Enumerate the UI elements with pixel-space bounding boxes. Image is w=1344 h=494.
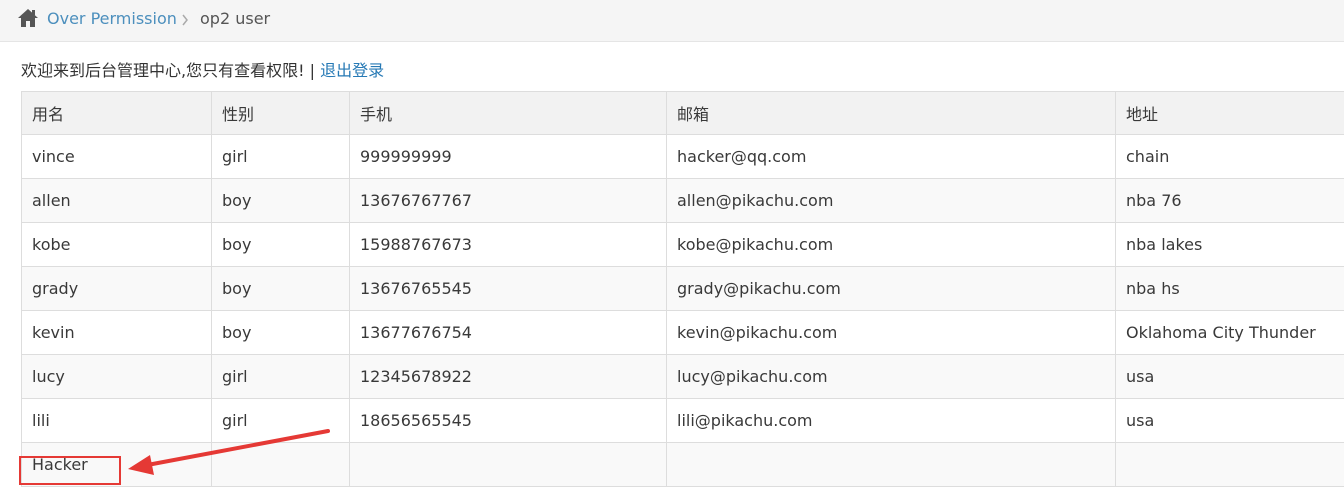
annotation-highlight-box xyxy=(19,456,121,485)
cell-phone: 12345678922 xyxy=(349,354,667,399)
cell-address: usa xyxy=(1115,398,1344,443)
cell-email: hacker@qq.com xyxy=(666,134,1116,179)
cell-phone: 13676767767 xyxy=(349,178,667,223)
cell-email: lili@pikachu.com xyxy=(666,398,1116,443)
breadcrumb: Over Permission op2 user xyxy=(0,0,1344,42)
cell-username: kevin xyxy=(21,310,212,355)
table-row: kevin boy 13677676754 kevin@pikachu.com … xyxy=(21,310,1344,355)
cell-gender: girl xyxy=(211,398,350,443)
cell-username: allen xyxy=(21,178,212,223)
cell-email xyxy=(666,442,1116,487)
column-header-email: 邮箱 xyxy=(666,91,1116,135)
cell-email: allen@pikachu.com xyxy=(666,178,1116,223)
cell-address: chain xyxy=(1115,134,1344,179)
cell-phone: 999999999 xyxy=(349,134,667,179)
column-header-address: 地址 xyxy=(1115,91,1344,135)
cell-phone xyxy=(349,442,667,487)
cell-phone: 13677676754 xyxy=(349,310,667,355)
welcome-text: 欢迎来到后台管理中心,您只有查看权限! xyxy=(21,61,305,80)
column-header-phone: 手机 xyxy=(349,91,667,135)
welcome-message: 欢迎来到后台管理中心,您只有查看权限! | 退出登录 xyxy=(21,57,384,81)
cell-address: nba 76 xyxy=(1115,178,1344,223)
table-row: allen boy 13676767767 allen@pikachu.com … xyxy=(21,178,1344,223)
column-header-gender: 性别 xyxy=(211,91,350,135)
cell-address: usa xyxy=(1115,354,1344,399)
cell-username: grady xyxy=(21,266,212,311)
breadcrumb-link-over-permission[interactable]: Over Permission xyxy=(47,9,177,28)
table-row: kobe boy 15988767673 kobe@pikachu.com nb… xyxy=(21,222,1344,267)
chevron-right-icon xyxy=(182,14,188,26)
user-table: 用名 性别 手机 邮箱 地址 vince girl 999999999 hack… xyxy=(21,91,1344,487)
cell-address xyxy=(1115,442,1344,487)
cell-email: grady@pikachu.com xyxy=(666,266,1116,311)
cell-gender: boy xyxy=(211,178,350,223)
cell-gender: girl xyxy=(211,354,350,399)
cell-address: nba hs xyxy=(1115,266,1344,311)
cell-email: kobe@pikachu.com xyxy=(666,222,1116,267)
welcome-divider: | xyxy=(309,61,315,80)
cell-email: kevin@pikachu.com xyxy=(666,310,1116,355)
table-row: Hacker xyxy=(21,442,1344,487)
cell-username: vince xyxy=(21,134,212,179)
cell-username: lili xyxy=(21,398,212,443)
cell-username: kobe xyxy=(21,222,212,267)
logout-link[interactable]: 退出登录 xyxy=(320,61,384,80)
home-icon[interactable] xyxy=(17,8,39,28)
cell-gender xyxy=(211,442,350,487)
table-row: lili girl 18656565545 lili@pikachu.com u… xyxy=(21,398,1344,443)
cell-gender: boy xyxy=(211,310,350,355)
cell-gender: boy xyxy=(211,266,350,311)
cell-gender: boy xyxy=(211,222,350,267)
column-header-username: 用名 xyxy=(21,91,212,135)
table-row: vince girl 999999999 hacker@qq.com chain xyxy=(21,134,1344,179)
table-header-row: 用名 性别 手机 邮箱 地址 xyxy=(21,91,1344,135)
cell-phone: 18656565545 xyxy=(349,398,667,443)
cell-username: lucy xyxy=(21,354,212,399)
cell-email: lucy@pikachu.com xyxy=(666,354,1116,399)
cell-gender: girl xyxy=(211,134,350,179)
table-row: grady boy 13676765545 grady@pikachu.com … xyxy=(21,266,1344,311)
cell-address: nba lakes xyxy=(1115,222,1344,267)
cell-address: Oklahoma City Thunder xyxy=(1115,310,1344,355)
cell-phone: 15988767673 xyxy=(349,222,667,267)
table-row: lucy girl 12345678922 lucy@pikachu.com u… xyxy=(21,354,1344,399)
cell-phone: 13676765545 xyxy=(349,266,667,311)
breadcrumb-current: op2 user xyxy=(200,9,271,28)
